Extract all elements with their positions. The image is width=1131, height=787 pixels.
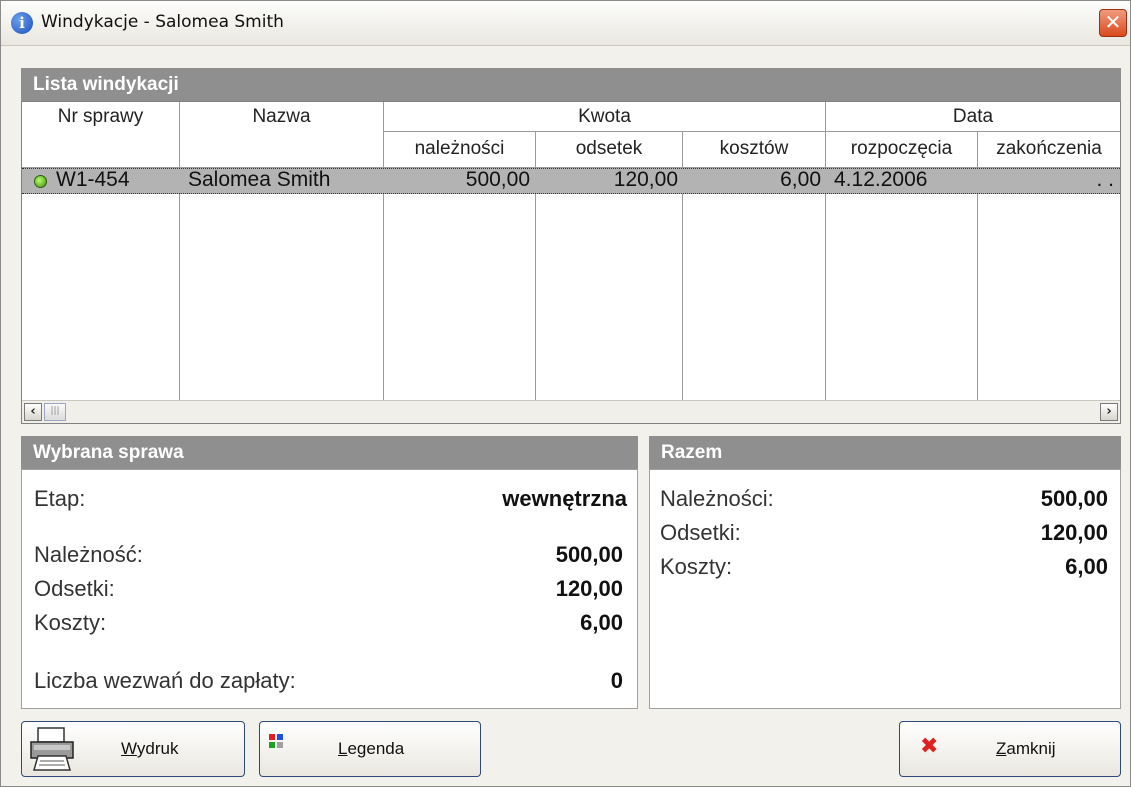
cell-nazwa: Salomea Smith bbox=[188, 168, 331, 191]
odsetki-value: 120,00 bbox=[555, 576, 623, 601]
windykacje-grid[interactable]: Nr sprawy Nazwa Kwota Data należności od… bbox=[21, 101, 1121, 424]
zamknij-button[interactable]: ✖ Zamknij bbox=[899, 721, 1121, 777]
info-icon: i bbox=[11, 12, 33, 34]
cell-odsetek: 120,00 bbox=[613, 168, 678, 191]
total-koszty-label: Koszty: bbox=[660, 554, 733, 579]
green-status-dot-icon bbox=[34, 175, 47, 188]
selected-case-header: Wybrana sprawa bbox=[21, 436, 638, 469]
cell-nr-sprawy: W1-454 bbox=[56, 168, 130, 191]
total-odsetki-value: 120,00 bbox=[1040, 520, 1108, 545]
scroll-thumb[interactable]: ||| bbox=[44, 403, 66, 421]
wezwania-value: 0 bbox=[610, 668, 623, 693]
total-naleznosci-label: Należności: bbox=[660, 486, 774, 511]
wezwania-label: Liczba wezwań do zapłaty: bbox=[34, 668, 296, 693]
red-x-icon: ✖ bbox=[920, 734, 939, 759]
color-squares-icon bbox=[269, 734, 283, 748]
legenda-button[interactable]: Legenda bbox=[259, 721, 481, 777]
window-title: Windykacje - Salomea Smith bbox=[41, 12, 284, 32]
cell-rozpoczecia: 4.12.2006 bbox=[834, 168, 928, 191]
title-bar: i Windykacje - Salomea Smith ✕ bbox=[1, 1, 1130, 46]
column-divider bbox=[535, 168, 536, 400]
printer-icon bbox=[30, 727, 74, 771]
windykacje-window: i Windykacje - Salomea Smith ✕ Lista win… bbox=[0, 0, 1131, 787]
cell-naleznosci: 500,00 bbox=[465, 168, 530, 191]
total-header: Razem bbox=[649, 436, 1121, 469]
column-divider bbox=[977, 168, 978, 400]
column-header-zakonczenia[interactable]: zakończenia bbox=[978, 132, 1120, 168]
total-koszty-value: 6,00 bbox=[1065, 554, 1108, 579]
legenda-label: Legenda bbox=[338, 739, 405, 758]
cell-zakonczenia: . . bbox=[1096, 168, 1114, 191]
naleznosc-label: Należność: bbox=[34, 542, 143, 567]
column-header-nazwa[interactable]: Nazwa bbox=[180, 102, 384, 168]
column-header-data: Data bbox=[826, 102, 1120, 132]
column-divider bbox=[179, 168, 180, 400]
wydruk-button[interactable]: Wydruk bbox=[21, 721, 245, 777]
koszty-value: 6,00 bbox=[580, 610, 623, 635]
total-odsetki-label: Odsetki: bbox=[660, 520, 741, 545]
column-header-nr[interactable]: Nr sprawy bbox=[22, 102, 180, 168]
column-header-kwota: Kwota bbox=[384, 102, 826, 132]
total-naleznosci-value: 500,00 bbox=[1040, 486, 1108, 511]
etap-label: Etap: bbox=[34, 486, 86, 511]
koszty-label: Koszty: bbox=[34, 610, 107, 635]
column-header-kosztow[interactable]: kosztów bbox=[683, 132, 826, 168]
column-divider bbox=[682, 168, 683, 400]
odsetki-label: Odsetki: bbox=[34, 576, 115, 601]
list-section-header: Lista windykacji bbox=[21, 68, 1121, 101]
wydruk-label: Wydruk bbox=[121, 739, 179, 758]
scroll-right-button[interactable]: › bbox=[1100, 403, 1118, 421]
column-header-naleznosci[interactable]: należności bbox=[384, 132, 536, 168]
column-header-rozpoczecia[interactable]: rozpoczęcia bbox=[826, 132, 978, 168]
column-header-odsetek[interactable]: odsetek bbox=[536, 132, 683, 168]
etap-value: wewnętrzna bbox=[502, 486, 627, 511]
close-window-button[interactable]: ✕ bbox=[1099, 9, 1127, 37]
column-divider bbox=[383, 168, 384, 400]
column-divider bbox=[825, 168, 826, 400]
total-panel: Należności: 500,00 Odsetki: 120,00 Koszt… bbox=[649, 469, 1121, 709]
naleznosc-value: 500,00 bbox=[555, 542, 623, 567]
zamknij-label: Zamknij bbox=[996, 739, 1056, 758]
scroll-left-button[interactable]: ‹ bbox=[24, 403, 42, 421]
selected-case-panel: Etap: wewnętrzna Należność: 500,00 Odset… bbox=[21, 469, 638, 709]
cell-kosztow: 6,00 bbox=[780, 168, 821, 191]
horizontal-scrollbar[interactable]: ‹ ||| › bbox=[22, 400, 1120, 423]
